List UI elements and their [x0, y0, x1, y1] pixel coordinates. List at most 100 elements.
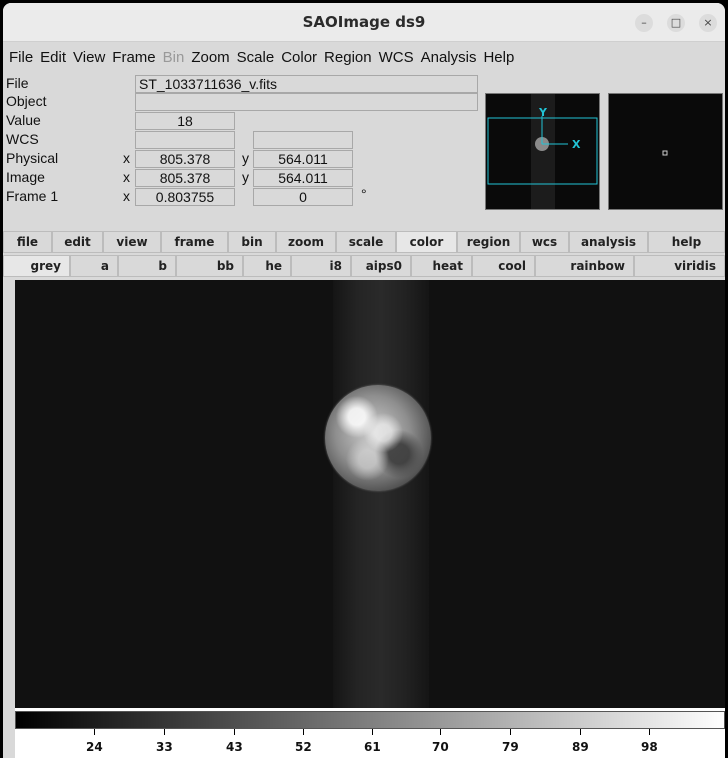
wcs-field-1 [135, 131, 235, 149]
btn-frame[interactable]: frame [161, 231, 228, 253]
menu-bin[interactable]: Bin [163, 49, 185, 66]
menu-help[interactable]: Help [483, 49, 514, 66]
frame-angle-field: 0 [253, 188, 353, 206]
title-bar[interactable]: SAOImage ds9 – □ × [3, 3, 725, 42]
panner-x-label: X [572, 138, 581, 151]
frame-zoom-field: 0.803755 [135, 188, 235, 206]
menu-scale[interactable]: Scale [237, 49, 275, 66]
tick-label: 61 [364, 740, 381, 754]
cmap-rainbow[interactable]: rainbow [535, 255, 634, 277]
colormap-bar: grey a b bb he i8 aips0 heat cool rainbo… [3, 255, 725, 277]
magnifier [608, 93, 723, 210]
tick-label: 43 [226, 740, 243, 754]
value-label: Value [6, 112, 41, 128]
degree-symbol: ° [361, 186, 367, 202]
colorbar-panel: 24 33 43 52 61 70 79 89 98 [15, 708, 725, 758]
tick-mark [440, 729, 441, 735]
colorbar-ticks: 24 33 43 52 61 70 79 89 98 [15, 729, 725, 758]
physical-y-axis: y [242, 150, 249, 166]
frame-x-axis: x [123, 188, 130, 204]
frame-label: Frame 1 [6, 188, 59, 204]
btn-help[interactable]: help [648, 231, 725, 253]
physical-y-field: 564.011 [253, 150, 353, 168]
tick-label: 89 [572, 740, 589, 754]
tick-mark [649, 729, 650, 735]
cmap-b[interactable]: b [118, 255, 176, 277]
menu-edit[interactable]: Edit [40, 49, 66, 66]
tick-mark [510, 729, 511, 735]
image-y-field: 564.011 [253, 169, 353, 187]
wcs-label: WCS [6, 131, 39, 147]
tick-label: 98 [641, 740, 658, 754]
menu-file[interactable]: File [9, 49, 33, 66]
cmap-heat[interactable]: heat [411, 255, 472, 277]
maximize-icon[interactable]: □ [667, 14, 685, 32]
image-y-axis: y [242, 169, 249, 185]
tick-label: 33 [156, 740, 173, 754]
cmap-cool[interactable]: cool [472, 255, 535, 277]
image-canvas[interactable] [15, 280, 725, 708]
tick-mark [372, 729, 373, 735]
file-field: ST_1033711636_v.fits [135, 75, 478, 93]
menu-wcs[interactable]: WCS [379, 49, 414, 66]
menu-analysis[interactable]: Analysis [421, 49, 477, 66]
btn-region[interactable]: region [457, 231, 520, 253]
tick-mark [580, 729, 581, 735]
menu-color[interactable]: Color [281, 49, 317, 66]
image-x-field: 805.378 [135, 169, 235, 187]
btn-edit[interactable]: edit [52, 231, 103, 253]
btn-color[interactable]: color [396, 231, 457, 253]
menu-view[interactable]: View [73, 49, 105, 66]
btn-zoom[interactable]: zoom [276, 231, 336, 253]
cmap-viridis[interactable]: viridis [634, 255, 725, 277]
image-label: Image [6, 169, 45, 185]
tick-mark [94, 729, 95, 735]
magnifier-cursor [662, 150, 668, 156]
magnifier-graphic [662, 150, 668, 156]
cmap-he[interactable]: he [243, 255, 291, 277]
earth-image [325, 385, 431, 491]
menu-region[interactable]: Region [324, 49, 372, 66]
value-field: 18 [135, 112, 235, 130]
panner[interactable]: Y X [485, 93, 600, 210]
tick-label: 52 [295, 740, 312, 754]
cmap-aips0[interactable]: aips0 [351, 255, 411, 277]
tick-mark [234, 729, 235, 735]
tick-label: 24 [86, 740, 103, 754]
button-bar: file edit view frame bin zoom scale colo… [3, 231, 725, 253]
tick-label: 79 [502, 740, 519, 754]
physical-x-field: 805.378 [135, 150, 235, 168]
panner-y-label: Y [538, 106, 548, 119]
menu-zoom[interactable]: Zoom [191, 49, 229, 66]
object-label: Object [6, 93, 47, 109]
info-panel: File ST_1033711636_v.fits Object Value 1… [3, 73, 725, 228]
cmap-grey[interactable]: grey [3, 255, 70, 277]
close-icon[interactable]: × [699, 14, 717, 32]
menu-frame[interactable]: Frame [112, 49, 155, 66]
file-label: File [6, 75, 29, 91]
menu-bar: File Edit View Frame Bin Zoom Scale Colo… [3, 43, 725, 72]
cmap-a[interactable]: a [70, 255, 118, 277]
object-field [135, 93, 478, 111]
btn-view[interactable]: view [103, 231, 161, 253]
colorbar[interactable] [15, 711, 725, 729]
btn-file[interactable]: file [3, 231, 52, 253]
panner-graphic: Y X [487, 94, 598, 209]
btn-analysis[interactable]: analysis [569, 231, 648, 253]
physical-x-axis: x [123, 150, 130, 166]
cmap-bb[interactable]: bb [176, 255, 243, 277]
tick-label: 70 [432, 740, 449, 754]
btn-bin[interactable]: bin [228, 231, 276, 253]
minimize-icon[interactable]: – [635, 14, 653, 32]
wcs-field-2 [253, 131, 353, 149]
ds9-window: SAOImage ds9 – □ × File Edit View Frame … [3, 3, 725, 758]
tick-mark [303, 729, 304, 735]
physical-label: Physical [6, 150, 59, 166]
window-title: SAOImage ds9 [302, 13, 426, 31]
cmap-i8[interactable]: i8 [291, 255, 351, 277]
btn-wcs[interactable]: wcs [520, 231, 569, 253]
image-x-axis: x [123, 169, 130, 185]
tick-mark [164, 729, 165, 735]
image-stripe [333, 280, 429, 708]
btn-scale[interactable]: scale [336, 231, 396, 253]
